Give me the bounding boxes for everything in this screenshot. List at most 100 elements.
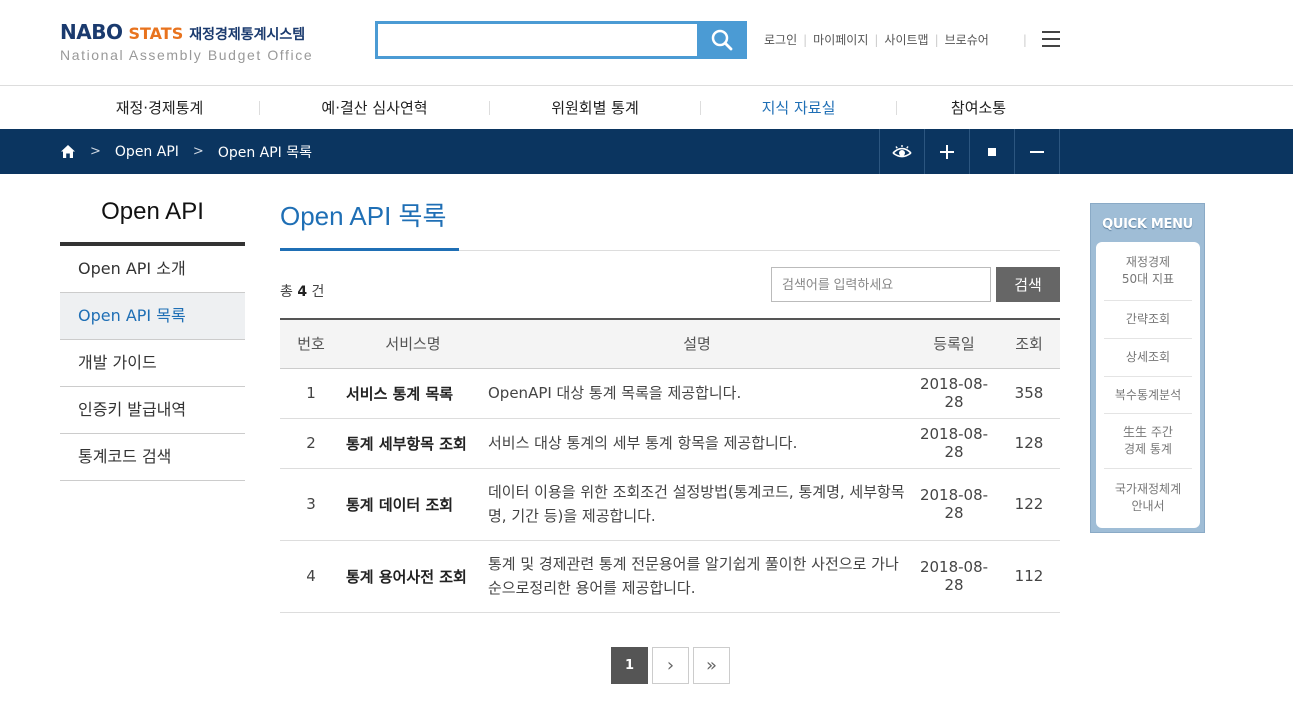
- table-row[interactable]: 2 통계 세부항목 조회 서비스 대상 통계의 세부 통계 항목을 제공합니다.…: [280, 418, 1060, 469]
- table-row[interactable]: 4 통계 용어사전 조회 통계 및 경제관련 통계 전문용어를 알기쉽게 풀이한…: [280, 540, 1060, 613]
- chevron-right-icon: >: [90, 144, 101, 159]
- brochure-link[interactable]: 브로슈어: [945, 31, 989, 48]
- accessibility-tools: [879, 129, 1060, 174]
- row-date: 2018-08-28: [910, 468, 998, 541]
- util-separator: |: [1022, 32, 1027, 47]
- page-title: Open API 목록: [280, 201, 447, 231]
- logo-mark: NABO: [60, 20, 123, 44]
- total-prefix: 총: [280, 284, 293, 300]
- row-views: 112: [998, 540, 1060, 613]
- gnb-item-fiscal-stats[interactable]: 재정·경제통계: [60, 97, 259, 118]
- row-service-name[interactable]: 통계 용어사전 조회: [342, 540, 484, 613]
- total-suffix: 건: [311, 284, 325, 300]
- quick-item-50-indicators[interactable]: 재정경제 50대 지표: [1104, 242, 1192, 301]
- gnb-item-participation[interactable]: 참여소통: [897, 97, 1060, 118]
- api-list-table: 번호 서비스명 설명 등록일 조회 1 서비스 통계 목록 OpenAPI 대상…: [280, 318, 1060, 613]
- side-nav-item-intro[interactable]: Open API 소개: [60, 246, 245, 293]
- pagination: 1 › »: [611, 647, 730, 684]
- gnb-item-committee-stats[interactable]: 위원회별 통계: [490, 97, 700, 118]
- quick-item-multi-analysis[interactable]: 복수통계분석: [1104, 377, 1192, 414]
- col-header-description: 설명: [484, 319, 910, 369]
- side-nav-item-guide[interactable]: 개발 가이드: [60, 340, 245, 387]
- eye-icon: [892, 144, 912, 157]
- row-number: 1: [280, 368, 342, 419]
- hamburger-menu-icon[interactable]: [1042, 31, 1060, 47]
- quick-item-brief-search[interactable]: 간략조회: [1104, 301, 1192, 339]
- chevron-right-icon: ›: [666, 655, 675, 676]
- util-separator: |: [934, 32, 939, 47]
- quick-item-weekly-stats[interactable]: 生生 주간 경제 통계: [1104, 414, 1192, 469]
- search-icon: [711, 29, 733, 51]
- chevron-right-icon: >: [192, 144, 204, 159]
- row-service-name[interactable]: 통계 세부항목 조회: [342, 418, 484, 469]
- side-nav-item-list[interactable]: Open API 목록: [60, 293, 245, 340]
- list-search: 검색: [771, 267, 1060, 302]
- contrast-toggle-button[interactable]: [880, 129, 925, 174]
- global-search-button[interactable]: [697, 21, 747, 59]
- quick-menu-list: 재정경제 50대 지표 간략조회 상세조회 복수통계분석 生生 주간 경제 통계…: [1096, 242, 1200, 528]
- last-page-button[interactable]: »: [693, 647, 730, 684]
- utility-links: 로그인 | 마이페이지 | 사이트맵 | 브로슈어 |: [764, 31, 1043, 48]
- quick-item-fiscal-guide[interactable]: 국가재정체계 안내서: [1104, 469, 1192, 526]
- main-content: Open API 목록 총 4 건 검색 번호 서비스명 설명 등록일 조회: [280, 190, 1060, 613]
- util-separator: |: [874, 32, 879, 47]
- site-header: NABO STATS 재정경제통계시스템 National Assembly B…: [0, 0, 1293, 86]
- side-nav-item-stat-code[interactable]: 통계코드 검색: [60, 434, 245, 481]
- global-search-input[interactable]: [375, 21, 697, 59]
- square-icon: [988, 147, 996, 156]
- logo-korean-name: 재정경제통계시스템: [189, 27, 306, 43]
- breadcrumb-item[interactable]: Open API: [115, 144, 179, 160]
- util-separator: |: [803, 32, 808, 47]
- side-nav-item-auth-key[interactable]: 인증키 발급내역: [60, 387, 245, 434]
- table-row[interactable]: 1 서비스 통계 목록 OpenAPI 대상 통계 목록을 제공합니다. 201…: [280, 368, 1060, 419]
- logo-english-name: National Assembly Budget Office: [60, 47, 314, 63]
- row-description: 통계 및 경제관련 통계 전문용어를 알기쉽게 풀이한 사전으로 가나순으로정리…: [484, 540, 910, 613]
- col-header-service-name: 서비스명: [342, 319, 484, 369]
- page-title-area: Open API 목록: [280, 190, 1060, 251]
- global-search: [375, 21, 747, 59]
- home-icon[interactable]: [60, 144, 76, 159]
- mypage-link[interactable]: 마이페이지: [813, 31, 868, 48]
- row-number: 2: [280, 418, 342, 469]
- gnb-item-knowledge-archive[interactable]: 지식 자료실: [701, 97, 896, 118]
- breadcrumb-current[interactable]: Open API 목록: [218, 142, 312, 162]
- logo-stats: STATS: [128, 24, 184, 43]
- login-link[interactable]: 로그인: [764, 31, 797, 48]
- row-date: 2018-08-28: [910, 418, 998, 469]
- quick-menu-title: QUICK MENU: [1102, 217, 1193, 232]
- quick-menu: QUICK MENU 재정경제 50대 지표 간략조회 상세조회 복수통계분석 …: [1090, 203, 1205, 533]
- table-header-row: 번호 서비스명 설명 등록일 조회: [280, 319, 1060, 369]
- page-button-current[interactable]: 1: [611, 647, 648, 684]
- double-chevron-right-icon: »: [705, 655, 717, 676]
- zoom-in-button[interactable]: [925, 129, 970, 174]
- row-date: 2018-08-28: [910, 368, 998, 419]
- side-nav-title: Open API: [60, 190, 245, 246]
- row-description: OpenAPI 대상 통계 목록을 제공합니다.: [484, 368, 910, 419]
- list-search-button[interactable]: 검색: [996, 267, 1060, 302]
- row-service-name[interactable]: 서비스 통계 목록: [342, 368, 484, 419]
- row-views: 128: [998, 418, 1060, 469]
- quick-item-detail-search[interactable]: 상세조회: [1104, 339, 1192, 377]
- next-page-button[interactable]: ›: [652, 647, 689, 684]
- gnb-item-budget-history[interactable]: 예·결산 심사연혁: [260, 97, 489, 118]
- row-date: 2018-08-28: [910, 540, 998, 613]
- row-description: 서비스 대상 통계의 세부 통계 항목을 제공합니다.: [484, 418, 910, 469]
- main-navigation: 재정·경제통계 예·결산 심사연혁 위원회별 통계 지식 자료실 참여소통: [60, 86, 1060, 129]
- location-bar: > Open API > Open API 목록: [0, 129, 1293, 174]
- col-header-views: 조회: [998, 319, 1060, 369]
- side-navigation: Open API Open API 소개 Open API 목록 개발 가이드 …: [60, 190, 245, 481]
- plus-icon: [940, 144, 954, 159]
- row-views: 358: [998, 368, 1060, 419]
- row-description: 데이터 이용을 위한 조회조건 설정방법(통계코드, 통계명, 세부항목명, 기…: [484, 468, 910, 541]
- zoom-reset-button[interactable]: [970, 129, 1015, 174]
- sitemap-link[interactable]: 사이트맵: [884, 31, 928, 48]
- row-service-name[interactable]: 통계 데이터 조회: [342, 468, 484, 541]
- zoom-out-button[interactable]: [1015, 129, 1060, 174]
- row-number: 4: [280, 540, 342, 613]
- list-search-input[interactable]: [771, 267, 991, 302]
- site-logo[interactable]: NABO STATS 재정경제통계시스템 National Assembly B…: [60, 20, 313, 63]
- total-number: 4: [297, 284, 308, 300]
- col-header-number: 번호: [280, 319, 342, 369]
- table-row[interactable]: 3 통계 데이터 조회 데이터 이용을 위한 조회조건 설정방법(통계코드, 통…: [280, 468, 1060, 541]
- row-views: 122: [998, 468, 1060, 541]
